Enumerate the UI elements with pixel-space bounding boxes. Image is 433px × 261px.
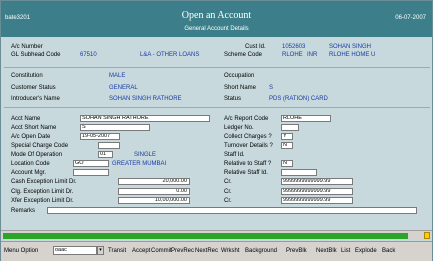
introducer-status-label: Status (224, 96, 242, 102)
collect-charges-field[interactable]: Y (281, 133, 293, 140)
system-date: 06-07-2007 (395, 15, 426, 21)
cust-id-label: Cust Id. (245, 44, 266, 50)
cash-limit-dr-field[interactable]: 20,000.00 (118, 178, 190, 185)
clg-limit-dr-field[interactable]: 0.00 (118, 188, 190, 195)
toolbar-button-accept[interactable]: Accept (132, 248, 150, 254)
toolbar-button-background[interactable]: Background (245, 248, 277, 254)
scheme-code-label: Scheme Code (224, 52, 263, 58)
constitution-label: Constitution (11, 73, 43, 79)
relative-to-staff-label: Relative to Staff ? (224, 161, 272, 167)
progress-bar (1, 230, 432, 240)
cust-id-value: 1052603 (282, 44, 306, 50)
xfer-limit-cr-field[interactable]: 9999999999999.99 (281, 197, 353, 204)
cust-name-value: SOHAN SINGH (329, 44, 372, 50)
divider (4, 107, 430, 108)
xfer-limit-dr-field[interactable]: 10,00,000.00 (118, 197, 190, 204)
menu-option-label: Menu Option (4, 248, 39, 254)
xfer-limit-label: Xfer Exception Limit Dr. (11, 198, 74, 204)
cash-limit-cr-label: Cr. (224, 179, 232, 185)
toolbar-button-commit[interactable]: Commit (151, 248, 172, 254)
remarks-label: Remarks (11, 208, 36, 214)
bottom-toolbar: Menu Option oaac ▾ Transit Accept Commit Pr… (1, 241, 432, 261)
open-date-label: A/c Open Date (11, 134, 51, 140)
acct-short-name-field[interactable]: S (80, 124, 150, 131)
customer-status-value: GENERAL (109, 85, 138, 91)
customer-status-label: Customer Status (11, 85, 56, 91)
scheme-code-value: RLOHE (282, 52, 303, 58)
short-name-label: Short Name (224, 85, 257, 91)
acct-name-label: Acct Name (11, 116, 41, 122)
special-charge-field[interactable] (98, 142, 120, 149)
relative-staff-id-label: Relative Staff Id. (224, 170, 268, 176)
relative-staff-id-field[interactable] (281, 169, 317, 176)
gl-subhead-code: 67510 (80, 52, 97, 58)
occupation-label: Occupation (224, 73, 255, 79)
cash-limit-label: Cash Exception Limit Dr. (11, 179, 77, 185)
turnover-details-field[interactable]: N (281, 142, 293, 149)
toolbar-button-nextblk[interactable]: NextBlk (316, 248, 337, 254)
location-code-field[interactable]: GO (73, 160, 109, 167)
mode-of-operation-label: Mode Of Operation (11, 152, 63, 158)
clg-limit-cr-label: Cr. (224, 189, 232, 195)
open-date-field[interactable]: 19-05-2007 (80, 133, 120, 140)
report-code-label: A/c Report Code (224, 116, 269, 122)
introducer-value: SOHAN SINGH RATHORE (109, 96, 182, 102)
progress-fill (3, 233, 408, 239)
account-manager-field[interactable] (73, 169, 109, 176)
staff-id-label: Staff Id. (224, 152, 245, 158)
clg-limit-label: Clg. Exception Limit Dr. (11, 189, 74, 195)
location-code-label: Location Code (11, 161, 50, 167)
ledger-no-field[interactable] (281, 124, 299, 131)
progress-end-marker (424, 232, 430, 239)
divider (4, 67, 430, 68)
menu-option-field[interactable]: oaac (53, 246, 97, 255)
toolbar-button-prevrec[interactable]: PrevRec (171, 248, 194, 254)
toolbar-button-nextrec[interactable]: NextRec (195, 248, 218, 254)
page-title: Open an Account (181, 10, 252, 21)
account-manager-label: Account Mgr. (11, 170, 47, 176)
toolbar-button-wrksht[interactable]: Wrksht (221, 248, 240, 254)
collect-charges-label: Collect Charges ? (224, 134, 272, 140)
turnover-details-label: Turnover Details ? (224, 143, 273, 149)
clg-limit-cr-field[interactable]: 9999999999999.99 (281, 188, 353, 195)
toolbar-button-back[interactable]: Back (382, 248, 395, 254)
short-name-value: S (269, 85, 274, 91)
gl-subhead-label: GL Subhead Code (11, 52, 61, 58)
introducer-label: Introducer's Name (11, 96, 60, 102)
mode-of-operation-desc: SINGLE (134, 152, 157, 158)
ledger-no-label: Ledger No. (224, 125, 254, 131)
scheme-desc: RLOHE HOME U (329, 52, 376, 58)
introducer-status-value: PDS (RATION) CARD (269, 96, 328, 102)
ac-number-label: A/c Number (11, 44, 43, 50)
application-window: bate3201 Open an Account General Account… (0, 0, 433, 261)
acct-name-field[interactable]: SOHAN SINGH RATHORE (80, 115, 210, 122)
location-desc: GREATER MUMBAI (112, 161, 167, 167)
toolbar-button-transit[interactable]: Transit (108, 248, 126, 254)
constitution-value: MALE (109, 73, 126, 79)
remarks-field[interactable] (47, 207, 417, 214)
title-bar: bate3201 Open an Account General Account… (1, 1, 432, 37)
acct-short-name-label: Acct Short Name (11, 125, 57, 131)
scheme-currency: INR (307, 52, 318, 58)
report-code-field[interactable]: RLOHE (281, 115, 331, 122)
gl-subhead-desc: L&A - OTHER LOANS (140, 52, 200, 58)
toolbar-button-list[interactable]: List (341, 248, 350, 254)
special-charge-label: Special Charge Code (11, 143, 69, 149)
relative-to-staff-field[interactable]: N (281, 160, 293, 167)
toolbar-button-prevblk[interactable]: PrevBlk (286, 248, 307, 254)
xfer-limit-cr-label: Cr. (224, 198, 232, 204)
page-subtitle: General Account Details (184, 26, 249, 32)
cash-limit-cr-field[interactable]: 9999999999999.99 (281, 178, 353, 185)
mode-of-operation-field[interactable]: 01 (98, 151, 113, 158)
menu-option-dropdown-button[interactable]: ▾ (97, 246, 104, 255)
toolbar-button-explode[interactable]: Explode (355, 248, 377, 254)
